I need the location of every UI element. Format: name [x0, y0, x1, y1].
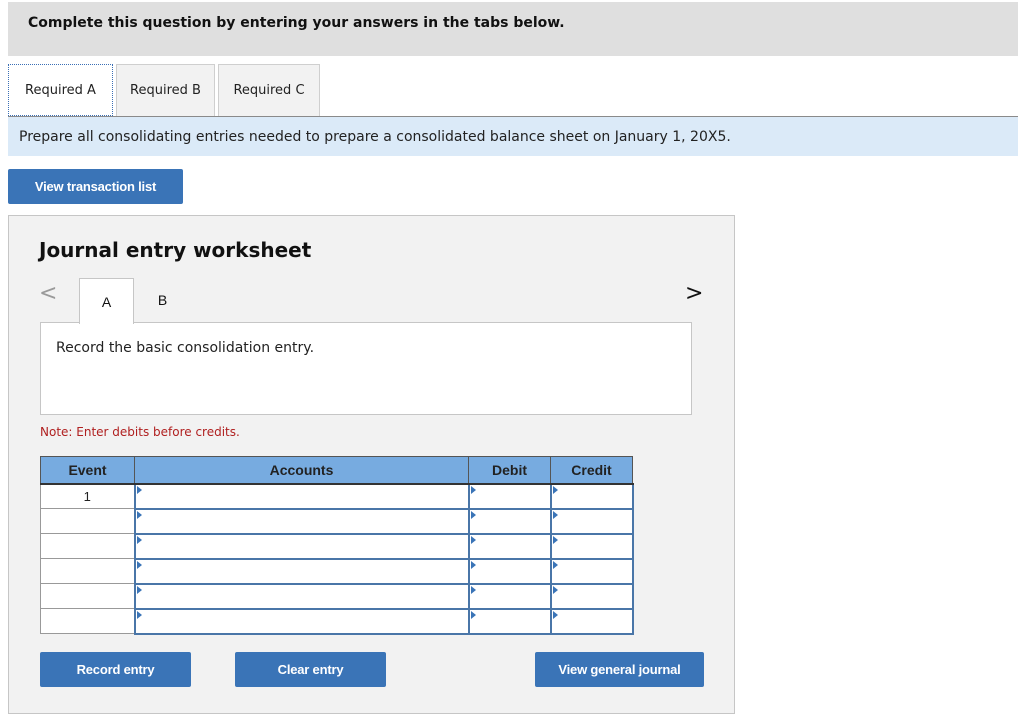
credit-cell [549, 533, 634, 560]
header-credit: Credit [550, 456, 633, 485]
required-tabs: Required A Required B Required C [8, 64, 1018, 116]
table-header-row: Event Accounts Debit Credit [40, 456, 633, 485]
tab-required-a[interactable]: Required A [8, 64, 113, 116]
credit-cell [549, 608, 634, 635]
worksheet-title: Journal entry worksheet [39, 238, 312, 262]
dropdown-marker-icon [136, 585, 142, 594]
tab-required-c[interactable]: Required C [218, 64, 320, 116]
table-row [40, 608, 634, 635]
header-accounts: Accounts [134, 456, 469, 485]
account-cell [133, 608, 470, 635]
instruction-bar: Prepare all consolidating entries needed… [8, 116, 1018, 156]
credit-input[interactable] [551, 609, 632, 633]
event-cell: 1 [40, 483, 135, 509]
event-cell [40, 583, 135, 609]
journal-table: Event Accounts Debit Credit 1 [40, 456, 634, 635]
header-event: Event [40, 456, 135, 485]
event-cell [40, 508, 135, 534]
table-row: 1 [40, 483, 634, 510]
record-entry-button[interactable]: Record entry [40, 652, 191, 687]
dropdown-marker-icon [470, 510, 476, 519]
credit-input[interactable] [551, 559, 632, 583]
account-input[interactable] [135, 609, 468, 633]
event-cell [40, 558, 135, 584]
header-debit: Debit [468, 456, 551, 485]
dropdown-marker-icon [136, 535, 142, 544]
account-cell [133, 508, 470, 535]
dropdown-marker-icon [470, 535, 476, 544]
banner-text: Complete this question by entering your … [28, 15, 565, 31]
account-cell [133, 583, 470, 610]
dropdown-marker-icon [470, 560, 476, 569]
event-cell [40, 533, 135, 559]
credit-input[interactable] [551, 484, 632, 508]
debit-input[interactable] [469, 484, 550, 508]
dropdown-marker-icon [136, 485, 142, 494]
dropdown-marker-icon [552, 610, 558, 619]
dropdown-marker-icon [136, 560, 142, 569]
event-cell [40, 608, 135, 634]
dropdown-marker-icon [552, 585, 558, 594]
credit-input[interactable] [551, 584, 632, 608]
credit-input[interactable] [551, 509, 632, 533]
journal-entry-worksheet: Journal entry worksheet < A B > Record t… [8, 215, 735, 714]
dropdown-marker-icon [552, 510, 558, 519]
entry-tab-a[interactable]: A [79, 278, 134, 324]
entry-description-box: Record the basic consolidation entry. [40, 322, 692, 415]
dropdown-marker-icon [552, 535, 558, 544]
view-general-journal-button[interactable]: View general journal [535, 652, 704, 687]
debit-cell [467, 508, 552, 535]
table-row [40, 558, 634, 585]
entry-description: Record the basic consolidation entry. [56, 340, 315, 356]
account-cell [133, 533, 470, 560]
dropdown-marker-icon [552, 485, 558, 494]
account-cell [133, 558, 470, 585]
instructions-banner: Complete this question by entering your … [8, 2, 1018, 56]
table-row [40, 508, 634, 535]
debit-input[interactable] [469, 584, 550, 608]
credit-cell [549, 583, 634, 610]
debit-cell [467, 483, 552, 510]
instruction-text: Prepare all consolidating entries needed… [19, 129, 731, 145]
view-transaction-list-button[interactable]: View transaction list [8, 169, 183, 204]
tab-required-b[interactable]: Required B [116, 64, 215, 116]
credit-cell [549, 508, 634, 535]
debit-cell [467, 558, 552, 585]
credit-cell [549, 558, 634, 585]
dropdown-marker-icon [470, 610, 476, 619]
dropdown-marker-icon [552, 560, 558, 569]
chevron-right-icon[interactable]: > [685, 282, 703, 306]
account-input[interactable] [135, 509, 468, 533]
credit-input[interactable] [551, 534, 632, 558]
debit-input[interactable] [469, 534, 550, 558]
account-input[interactable] [135, 484, 468, 508]
dropdown-marker-icon [470, 485, 476, 494]
dropdown-marker-icon [136, 610, 142, 619]
entry-tab-b[interactable]: B [135, 278, 190, 322]
table-row [40, 583, 634, 610]
account-input[interactable] [135, 584, 468, 608]
account-cell [133, 483, 470, 510]
debit-cell [467, 583, 552, 610]
debit-credit-note: Note: Enter debits before credits. [40, 425, 240, 439]
account-input[interactable] [135, 534, 468, 558]
table-row [40, 533, 634, 560]
debit-input[interactable] [469, 509, 550, 533]
debit-input[interactable] [469, 559, 550, 583]
debit-input[interactable] [469, 609, 550, 633]
debit-cell [467, 533, 552, 560]
dropdown-marker-icon [470, 585, 476, 594]
clear-entry-button[interactable]: Clear entry [235, 652, 386, 687]
debit-cell [467, 608, 552, 635]
account-input[interactable] [135, 559, 468, 583]
credit-cell [549, 483, 634, 510]
dropdown-marker-icon [136, 510, 142, 519]
chevron-left-icon[interactable]: < [39, 282, 57, 306]
